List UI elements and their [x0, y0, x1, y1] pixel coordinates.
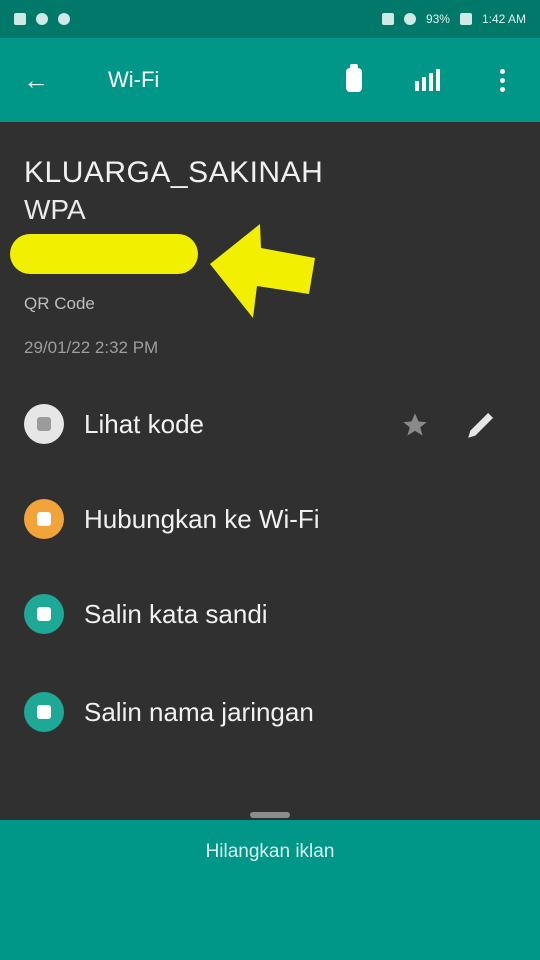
battery-icon: [459, 13, 472, 25]
favorite-button[interactable]: [398, 408, 432, 442]
back-arrow-icon: ←: [23, 64, 49, 95]
back-button[interactable]: ←: [14, 58, 58, 102]
remove-ads-button[interactable]: Hilangkan iklan: [0, 820, 540, 884]
page-title: Wi-Fi: [108, 67, 160, 92]
status-right-icons: 93% 1:42 AM: [381, 12, 526, 26]
more-vert-icon: [499, 68, 505, 92]
action-label: Salin kata sandi: [84, 598, 268, 629]
action-copy-password[interactable]: Salin kata sandi: [0, 584, 540, 644]
clipboard-button[interactable]: [334, 60, 374, 100]
action-label: Salin nama jaringan: [84, 696, 314, 727]
action-label: Hubungkan ke Wi-Fi: [84, 503, 320, 534]
action-label: Lihat kode: [84, 408, 204, 439]
action-connect-wifi[interactable]: Hubungkan ke Wi-Fi: [0, 489, 540, 549]
more-options-button[interactable]: [482, 60, 522, 100]
action-copy-network-name[interactable]: Salin nama jaringan: [0, 682, 540, 742]
scan-datetime: 29/01/22 2:32 PM: [24, 338, 159, 357]
bottom-bar: Hilangkan iklan: [0, 820, 540, 960]
scan-button[interactable]: [408, 60, 448, 100]
copy-network-name-icon: [24, 692, 64, 732]
android-icon: [58, 13, 70, 25]
status-left-icons: [14, 13, 70, 25]
wifi-connect-icon: [24, 499, 64, 539]
wifi-icon: [403, 13, 416, 25]
edit-button[interactable]: [462, 406, 500, 444]
scan-icon: [415, 69, 440, 91]
app-toolbar: ← Wi-Fi: [0, 38, 540, 122]
star-icon: [403, 413, 427, 436]
qr-view-icon: [24, 404, 64, 444]
toolbar-actions: [334, 60, 522, 100]
scan-source: QR Code: [24, 294, 95, 313]
battery-level: 93%: [425, 12, 450, 26]
wifi-detail-panel: KLUARGA_SAKINAH WPA QR Code 29/01/22 2:3…: [0, 122, 540, 820]
network-security: WPA: [24, 194, 86, 225]
action-view-code[interactable]: Lihat kode: [0, 394, 540, 454]
clock: 1:42 AM: [481, 12, 526, 26]
password-highlight-mark: [10, 234, 198, 274]
copy-password-icon: [24, 594, 64, 634]
signal-icon: [381, 13, 394, 25]
cast-icon: [14, 13, 26, 25]
yellow-arrow-icon: [210, 224, 315, 318]
network-ssid: KLUARGA_SAKINAH: [24, 156, 324, 189]
sheet-drag-handle[interactable]: [250, 812, 290, 818]
usb-icon: [36, 13, 48, 25]
status-bar: 93% 1:42 AM: [0, 0, 540, 38]
pencil-icon: [468, 412, 494, 438]
clipboard-icon: [346, 64, 362, 92]
